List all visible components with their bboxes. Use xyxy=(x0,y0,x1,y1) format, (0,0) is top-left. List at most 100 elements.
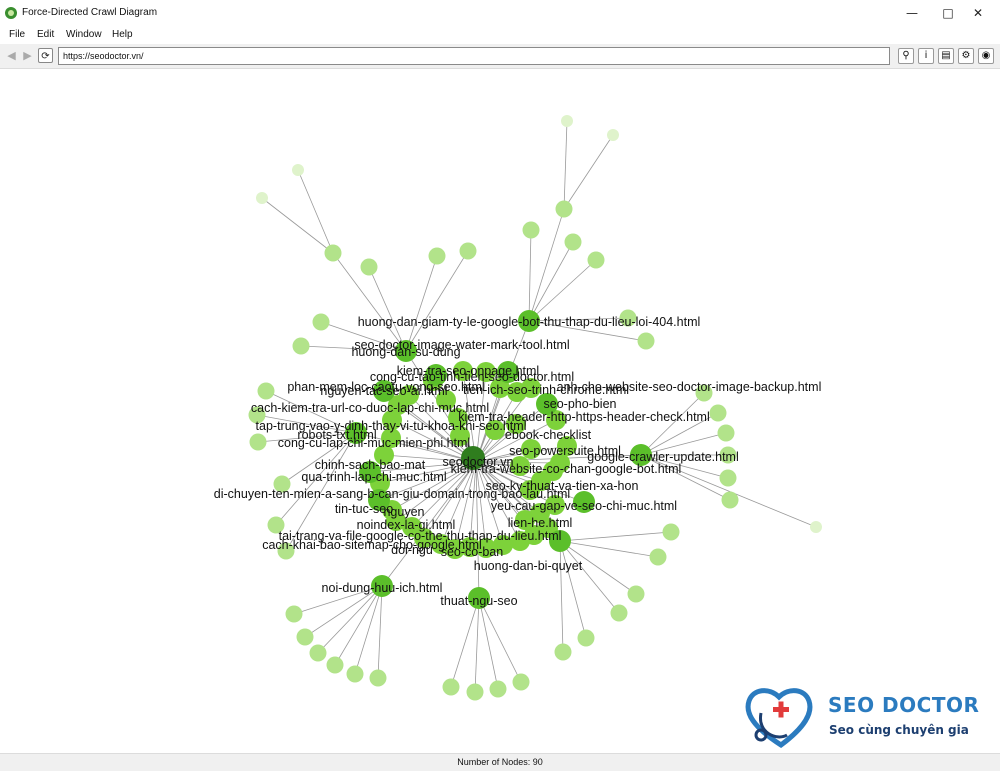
graph-node-leaf[interactable] xyxy=(717,424,735,442)
graph-node-leaf[interactable] xyxy=(555,200,573,218)
graph-edge xyxy=(559,531,672,542)
graph-edge xyxy=(559,540,659,558)
graph-edge xyxy=(563,134,614,210)
graph-node-leaf[interactable] xyxy=(577,629,595,647)
toolbar: ◀ ▶ ⟳ ⚲ i ▤ ⚙ ◉ xyxy=(0,44,1000,69)
node-label: cach-kiem-tra-url-co-duoc-lap-chi-muc.ht… xyxy=(251,401,489,415)
graph-node-leaf[interactable] xyxy=(312,313,330,331)
graph-node-leaf[interactable] xyxy=(522,221,540,239)
graph-node-leaf[interactable] xyxy=(649,548,667,566)
menu-bar: File Edit Window Help xyxy=(0,26,1000,44)
graph-node-leaf[interactable] xyxy=(587,251,605,269)
menu-edit[interactable]: Edit xyxy=(37,29,54,40)
graph-node-leaf[interactable] xyxy=(554,643,572,661)
graph-edge xyxy=(559,540,564,653)
back-icon[interactable]: ◀ xyxy=(4,48,19,63)
node-label: huong-dan-bi-quyet xyxy=(474,559,583,573)
graph-node-leaf[interactable] xyxy=(662,523,680,541)
node-count: Number of Nodes: 90 xyxy=(457,757,543,767)
graph-node-leaf[interactable] xyxy=(489,680,507,698)
graph-edge xyxy=(559,540,620,614)
node-label: cong-cu-lap-chi-muc-mien-phi.html xyxy=(278,436,470,450)
graph-node-leaf[interactable] xyxy=(442,678,460,696)
graph-node-leaf[interactable] xyxy=(360,258,378,276)
graph-node-leaf[interactable] xyxy=(369,669,387,687)
title-bar: Force-Directed Crawl Diagram — □ ✕ xyxy=(0,0,1000,26)
graph-node-leaf[interactable] xyxy=(309,644,327,662)
node-label: kiem-tra-website-co-chan-google-bot.html xyxy=(451,462,682,476)
node-label: ebook-checklist xyxy=(505,428,592,442)
save-icon[interactable]: ▤ xyxy=(938,48,954,64)
node-label: huong-dan-giam-ty-le-google-bot-thu-thap… xyxy=(358,315,701,329)
graph-node-leaf[interactable] xyxy=(324,244,342,262)
graph-node-leaf[interactable] xyxy=(512,673,530,691)
node-label: yeu-cau-gap-ve-seo-chi-muc.html xyxy=(491,499,677,513)
menu-file[interactable]: File xyxy=(9,29,25,40)
close-icon[interactable]: ✕ xyxy=(958,0,998,26)
menu-window[interactable]: Window xyxy=(66,29,102,40)
graph-node-faint[interactable] xyxy=(561,115,573,127)
globe-icon[interactable]: ◉ xyxy=(978,48,994,64)
graph-node-leaf[interactable] xyxy=(610,604,628,622)
graph-edge xyxy=(528,241,574,322)
graph-node-leaf[interactable] xyxy=(721,491,739,509)
node-label: doi-ngu xyxy=(391,543,433,557)
info-icon[interactable]: i xyxy=(918,48,934,64)
refresh-icon[interactable]: ⟳ xyxy=(38,48,53,63)
node-label: nguyen-tac-seo-ai.html xyxy=(320,384,447,398)
url-input[interactable] xyxy=(58,47,890,65)
graph-node-faint[interactable] xyxy=(810,521,822,533)
app-icon xyxy=(5,7,17,19)
graph-edge xyxy=(405,255,438,352)
graph-node-leaf[interactable] xyxy=(709,404,727,422)
graph-node-leaf[interactable] xyxy=(637,332,655,350)
logo-tagline: Seo cùng chuyên gia xyxy=(829,723,969,737)
menu-help[interactable]: Help xyxy=(112,29,133,40)
graph-node-faint[interactable] xyxy=(292,164,304,176)
graph-edge xyxy=(354,585,383,675)
node-label: qua-trinh-lap-chi-muc.html xyxy=(301,470,446,484)
graph-node-faint[interactable] xyxy=(607,129,619,141)
graph-edge xyxy=(450,597,480,688)
graph-node-leaf[interactable] xyxy=(285,605,303,623)
graph-edge xyxy=(528,259,597,322)
graph-node-leaf[interactable] xyxy=(296,628,314,646)
node-label: lien-he.html xyxy=(508,516,573,530)
graph-node-leaf[interactable] xyxy=(346,665,364,683)
graph-edge xyxy=(478,597,522,683)
graph-edge xyxy=(640,392,705,456)
graph-edge xyxy=(474,597,480,693)
graph-edge xyxy=(559,540,587,639)
status-bar: Number of Nodes: 90 xyxy=(0,753,1000,771)
graph-edge xyxy=(297,169,334,254)
graph-edge xyxy=(261,197,334,254)
crawl-graph[interactable]: huong-dan-giam-ty-le-google-bot-thu-thap… xyxy=(0,69,1000,753)
node-label: anh-cho-website-seo-doctor-image-backup.… xyxy=(557,380,822,394)
graph-edge xyxy=(528,229,532,322)
graph-node-faint[interactable] xyxy=(256,192,268,204)
graph-edge xyxy=(478,597,499,690)
node-label: seo-co-ban xyxy=(441,545,504,559)
graph-node-leaf[interactable] xyxy=(292,337,310,355)
graph-node-leaf[interactable] xyxy=(466,683,484,701)
graph-edge xyxy=(405,250,469,352)
graph-node-leaf[interactable] xyxy=(459,242,477,260)
heart-stethoscope-icon xyxy=(745,688,813,749)
graph-node-leaf[interactable] xyxy=(249,433,267,451)
seo-doctor-logo: SEO DOCTOR Seo cùng chuyên gia xyxy=(743,683,983,753)
node-label: huong-dan-su-dung xyxy=(351,345,460,359)
forward-icon[interactable]: ▶ xyxy=(20,48,35,63)
graph-node-leaf[interactable] xyxy=(627,585,645,603)
graph-node-leaf[interactable] xyxy=(428,247,446,265)
graph-node-leaf[interactable] xyxy=(257,382,275,400)
window-title: Force-Directed Crawl Diagram xyxy=(22,7,158,18)
minimize-icon[interactable]: — xyxy=(892,0,932,26)
node-label: tap-trung-vao-y-dinh-thay-vi-tu-khoa-khi… xyxy=(256,419,527,433)
settings-icon[interactable]: ⚙ xyxy=(958,48,974,64)
search-icon[interactable]: ⚲ xyxy=(898,48,914,64)
graph-node-leaf[interactable] xyxy=(326,656,344,674)
graph-edge xyxy=(334,585,383,666)
logo-name: SEO DOCTOR xyxy=(828,693,980,717)
graph-node-leaf[interactable] xyxy=(719,469,737,487)
graph-node-leaf[interactable] xyxy=(564,233,582,251)
